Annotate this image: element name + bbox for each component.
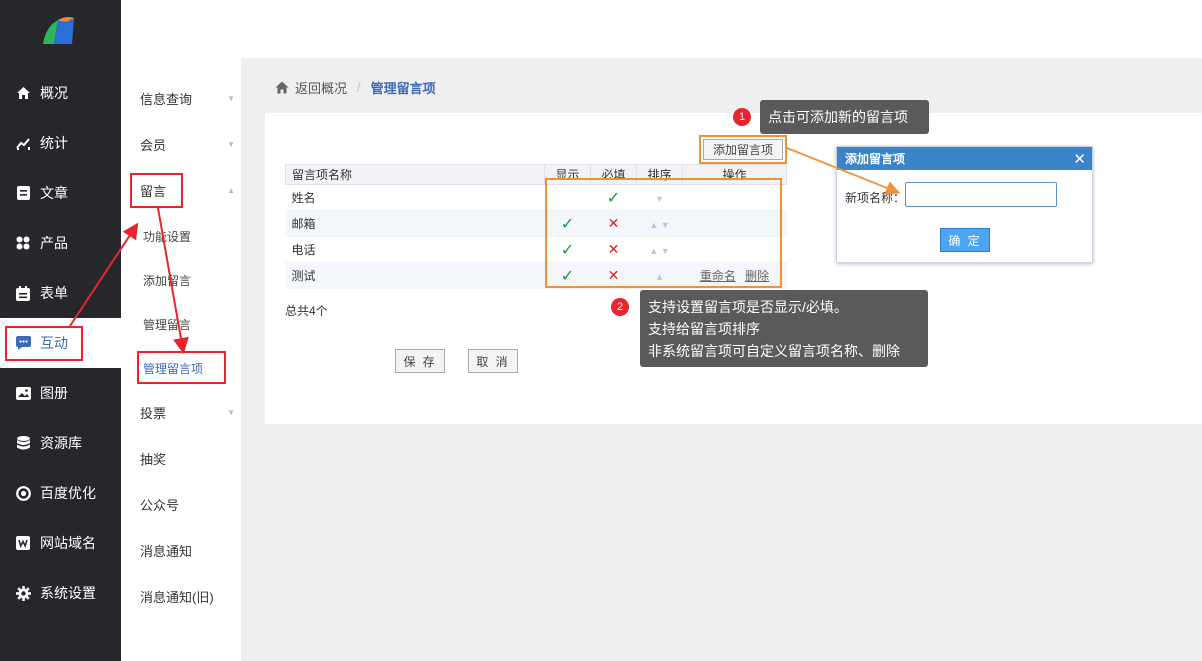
sidebar-item-label: 统计 bbox=[40, 135, 68, 151]
gear-icon bbox=[15, 585, 31, 601]
callout-badge-1: 1 bbox=[733, 108, 751, 126]
submenu-sub-manage-messages[interactable]: 管理留言 bbox=[143, 316, 191, 333]
sidebar-item-label: 图册 bbox=[40, 385, 68, 401]
sidebar-item-articles[interactable]: 文章 bbox=[0, 168, 121, 218]
chevron-down-icon: ▼ bbox=[227, 407, 235, 417]
sidebar-item-label: 系统设置 bbox=[40, 585, 96, 601]
breadcrumb: 返回概况 / 管理留言项 bbox=[275, 78, 436, 97]
breadcrumb-back-link[interactable]: 返回概况 bbox=[295, 78, 347, 97]
calendar-icon bbox=[15, 285, 31, 301]
submenu-sub-function-settings[interactable]: 功能设置 bbox=[143, 228, 191, 245]
submenu-item-notifications[interactable]: 消息通知 bbox=[140, 539, 235, 561]
sidebar-item-products[interactable]: 产品 bbox=[0, 218, 121, 268]
close-icon[interactable]: ✕ bbox=[1073, 150, 1086, 168]
submenu-item-label: 消息通知 bbox=[140, 543, 193, 559]
sidebar-item-label: 产品 bbox=[40, 235, 68, 251]
submenu-item-label: 公众号 bbox=[140, 497, 180, 513]
highlight-interaction-menu bbox=[5, 326, 83, 361]
chevron-down-icon: ▼ bbox=[227, 139, 235, 149]
sidebar-item-statistics[interactable]: 统计 bbox=[0, 118, 121, 168]
sidebar-item-label: 文章 bbox=[40, 185, 68, 201]
target-icon bbox=[15, 485, 31, 501]
sidebar-item-label: 百度优化 bbox=[40, 485, 96, 501]
highlight-table-controls bbox=[545, 178, 782, 288]
callout-tip-2: 支持设置留言项是否显示/必填。 支持给留言项排序 非系统留言项可自定义留言项名称… bbox=[640, 290, 928, 367]
sidebar-item-seo[interactable]: 百度优化 bbox=[0, 468, 121, 518]
sidebar-item-label: 表单 bbox=[40, 285, 68, 301]
top-bar bbox=[121, 0, 1202, 58]
callout-line: 支持设置留言项是否显示/必填。 bbox=[648, 299, 848, 315]
submenu-item-members[interactable]: 会员 ▼ bbox=[140, 133, 235, 155]
highlight-manage-items-menu bbox=[137, 351, 226, 384]
dialog-title: 添加留言项 bbox=[845, 152, 906, 166]
submenu-item-label: 消息通知(旧) bbox=[140, 589, 214, 605]
new-item-name-input[interactable] bbox=[905, 182, 1057, 207]
submenu-item-label: 会员 bbox=[140, 137, 167, 153]
sidebar-item-label: 网站域名 bbox=[40, 535, 96, 551]
w-icon bbox=[15, 535, 31, 551]
item-name: 邮箱 bbox=[285, 210, 545, 237]
submenu-item-info-query[interactable]: 信息查询 ▼ bbox=[140, 87, 235, 109]
logo-icon bbox=[43, 16, 74, 44]
home-icon bbox=[15, 85, 31, 101]
save-button[interactable]: 保 存 bbox=[395, 349, 445, 373]
cancel-button[interactable]: 取 消 bbox=[468, 349, 518, 373]
item-name: 姓名 bbox=[285, 184, 545, 211]
submenu-item-lottery[interactable]: 抽奖 bbox=[140, 447, 235, 469]
item-name: 测试 bbox=[285, 262, 545, 289]
total-count: 总共4个 bbox=[285, 304, 328, 318]
chevron-up-icon: ▲ bbox=[227, 185, 235, 195]
add-item-dialog: 添加留言项 ✕ 新项名称： 确 定 bbox=[836, 146, 1093, 263]
sidebar-item-overview[interactable]: 概况 bbox=[0, 68, 121, 118]
sidebar-item-settings[interactable]: 系统设置 bbox=[0, 568, 121, 618]
chevron-down-icon: ▼ bbox=[227, 93, 235, 103]
album-icon bbox=[15, 385, 31, 401]
new-item-name-label: 新项名称： bbox=[845, 191, 906, 205]
item-name: 电话 bbox=[285, 236, 545, 263]
callout-line: 支持给留言项排序 bbox=[648, 321, 760, 337]
column-header-name: 留言项名称 bbox=[285, 164, 545, 185]
grid-icon bbox=[15, 235, 31, 251]
breadcrumb-separator: / bbox=[357, 80, 361, 95]
submenu-item-notifications-old[interactable]: 消息通知(旧) bbox=[140, 585, 235, 607]
article-icon bbox=[15, 185, 31, 201]
callout-tip-1: 点击可添加新的留言项 bbox=[760, 100, 929, 134]
home-icon bbox=[275, 81, 289, 94]
sidebar-item-label: 概况 bbox=[40, 85, 68, 101]
submenu-item-official-account[interactable]: 公众号 bbox=[140, 493, 235, 515]
submenu-item-vote[interactable]: 投票 ▼ bbox=[140, 401, 235, 423]
callout-line: 非系统留言项可自定义留言项名称、删除 bbox=[648, 343, 900, 359]
chart-icon bbox=[15, 135, 31, 151]
submenu-item-label: 投票 bbox=[140, 405, 167, 421]
submenu-item-label: 信息查询 bbox=[140, 91, 193, 107]
highlight-messages-menu bbox=[130, 173, 183, 208]
highlight-add-button bbox=[699, 135, 787, 164]
sidebar-item-albums[interactable]: 图册 bbox=[0, 368, 121, 418]
confirm-button[interactable]: 确 定 bbox=[940, 228, 990, 252]
submenu-sub-add-message[interactable]: 添加留言 bbox=[143, 272, 191, 289]
dialog-header: 添加留言项 ✕ bbox=[837, 147, 1092, 170]
sidebar-item-resources[interactable]: 资源库 bbox=[0, 418, 121, 468]
callout-badge-2: 2 bbox=[611, 298, 629, 316]
database-icon bbox=[15, 435, 31, 451]
page-title: 管理留言项 bbox=[370, 81, 436, 96]
submenu-item-label: 抽奖 bbox=[140, 451, 167, 467]
sidebar-item-label: 资源库 bbox=[40, 435, 82, 451]
sidebar-item-domain[interactable]: 网站域名 bbox=[0, 518, 121, 568]
sidebar-item-forms[interactable]: 表单 bbox=[0, 268, 121, 318]
